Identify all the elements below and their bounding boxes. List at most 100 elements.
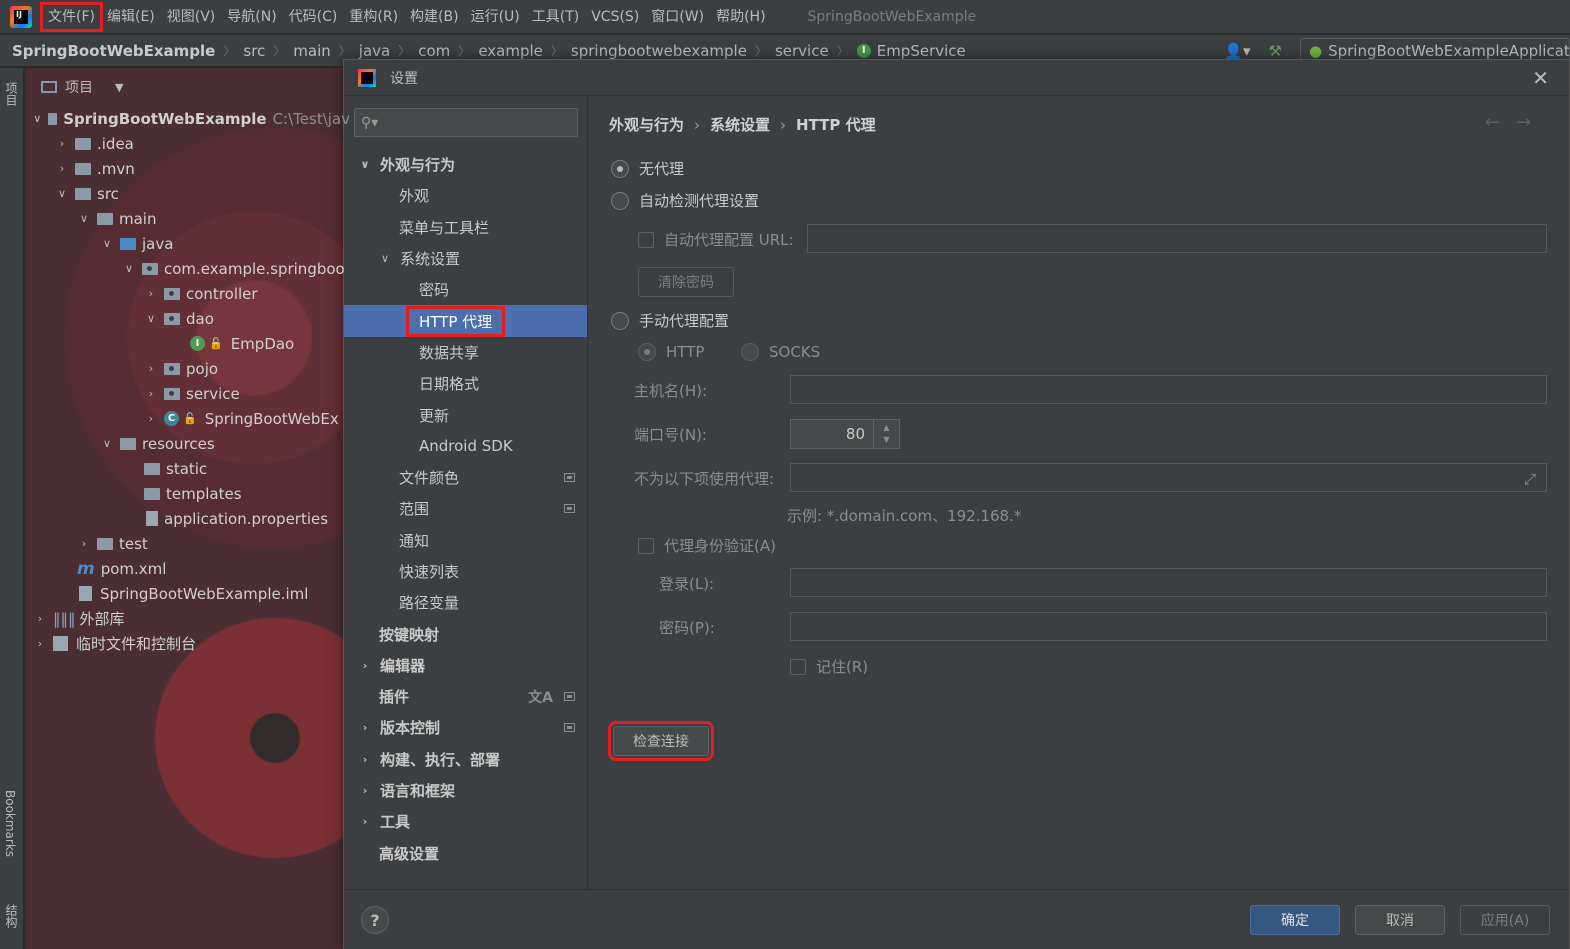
user-icon[interactable]: 👤▾ xyxy=(1224,42,1250,60)
nav-android-sdk[interactable]: Android SDK xyxy=(344,431,587,462)
tree-item[interactable]: › pojo xyxy=(25,356,350,381)
nav-editor[interactable]: › 编辑器 xyxy=(344,650,587,681)
checkbox[interactable] xyxy=(638,537,654,554)
tree-item[interactable]: I 🔓 EmpDao xyxy=(25,331,350,356)
auto-proxy-url-checkbox[interactable]: 自动代理配置 URL: xyxy=(638,229,794,250)
menu-window[interactable]: 窗口(W) xyxy=(645,4,710,30)
nav-quick-lists[interactable]: 快速列表 xyxy=(344,556,587,587)
tree-item[interactable]: › C 🔓 SpringBootWebEx xyxy=(25,406,350,431)
nav-path-variables[interactable]: 路径变量 xyxy=(344,587,587,618)
breadcrumb-example[interactable]: example xyxy=(478,42,543,60)
radio-button[interactable] xyxy=(638,343,656,361)
tree-item[interactable]: static xyxy=(25,456,350,481)
radio-button[interactable] xyxy=(611,191,629,210)
nav-appearance[interactable]: 外观 xyxy=(344,180,587,211)
password-field[interactable] xyxy=(790,612,1547,641)
nav-scopes[interactable]: 范围 xyxy=(344,493,587,524)
host-name-field[interactable] xyxy=(790,375,1547,404)
tree-item[interactable]: ∨ SpringBootWebExample C:\Test\jav xyxy=(25,106,350,131)
chevron-down-icon[interactable]: ▼ xyxy=(115,81,123,94)
tree-item[interactable]: ∨ src xyxy=(25,181,350,206)
nav-version-control[interactable]: › 版本控制 xyxy=(344,712,587,743)
breadcrumb-java[interactable]: java xyxy=(359,42,390,60)
menu-run[interactable]: 运行(U) xyxy=(465,4,526,30)
tree-item[interactable]: › .mvn xyxy=(25,156,350,181)
radio-button[interactable] xyxy=(741,343,759,361)
help-icon[interactable]: ? xyxy=(361,906,389,934)
nav-system-settings[interactable]: ∨ 系统设置 xyxy=(344,243,587,274)
breadcrumb-main[interactable]: main xyxy=(293,42,330,60)
menu-tools[interactable]: 工具(T) xyxy=(526,4,585,30)
breadcrumb-com[interactable]: com xyxy=(418,42,450,60)
nav-notifications[interactable]: 通知 xyxy=(344,525,587,556)
spinner-arrows-icon[interactable]: ▲ ▼ xyxy=(873,420,899,448)
radio-button[interactable] xyxy=(611,311,629,330)
nav-data-sharing[interactable]: 数据共享 xyxy=(344,337,587,368)
nav-menus-toolbars[interactable]: 菜单与工具栏 xyxy=(344,212,587,243)
bookmarks-tool-tab[interactable]: Bookmarks xyxy=(3,790,17,857)
project-panel-title[interactable]: 项目 xyxy=(65,77,93,97)
checkbox[interactable] xyxy=(790,658,806,675)
no-proxy-radio[interactable]: 无代理 xyxy=(611,158,684,179)
nav-keymap[interactable]: 按键映射 xyxy=(344,618,587,649)
nav-appearance-behavior[interactable]: ∨ 外观与行为 xyxy=(344,149,587,180)
nav-date-formats[interactable]: 日期格式 xyxy=(344,368,587,399)
radio-button[interactable] xyxy=(611,159,629,178)
clear-password-button[interactable]: 清除密码 xyxy=(638,267,734,297)
back-arrow-icon[interactable]: ← xyxy=(1485,112,1516,133)
nav-languages-frameworks[interactable]: › 语言和框架 xyxy=(344,775,587,806)
tree-item[interactable]: › ‖‖‖ 外部库 xyxy=(25,606,350,631)
tree-item[interactable]: › test xyxy=(25,531,350,556)
tree-item[interactable]: ∨ resources xyxy=(25,431,350,456)
menu-navigate[interactable]: 导航(N) xyxy=(221,4,282,30)
tree-item[interactable]: › controller xyxy=(25,281,350,306)
menu-edit[interactable]: 编辑(E) xyxy=(101,4,161,30)
breadcrumb-project[interactable]: SpringBootWebExample xyxy=(12,42,215,60)
breadcrumb-package[interactable]: springbootwebexample xyxy=(571,42,747,60)
check-connection-button[interactable]: 检查连接 xyxy=(608,721,714,761)
nav-plugins[interactable]: 插件 文A xyxy=(344,681,587,712)
structure-tool-tab[interactable]: 结构 xyxy=(3,904,20,928)
menu-build[interactable]: 构建(B) xyxy=(404,4,465,30)
tree-item[interactable]: ∨ java xyxy=(25,231,350,256)
ok-button[interactable]: 确定 xyxy=(1250,905,1340,935)
close-icon[interactable]: ✕ xyxy=(1532,66,1549,90)
no-proxy-for-field[interactable]: ⤢ xyxy=(790,463,1547,492)
tree-item[interactable]: m pom.xml xyxy=(25,556,350,581)
menu-help[interactable]: 帮助(H) xyxy=(710,4,771,30)
nav-file-colors[interactable]: 文件颜色 xyxy=(344,462,587,493)
nav-updates[interactable]: 更新 xyxy=(344,399,587,430)
proxy-auth-checkbox[interactable]: 代理身份验证(A) xyxy=(638,535,776,556)
breadcrumb-service[interactable]: service xyxy=(775,42,829,60)
project-tool-tab[interactable]: 项目 xyxy=(3,82,20,106)
login-field[interactable] xyxy=(790,568,1547,597)
tree-item[interactable]: SpringBootWebExample.iml xyxy=(25,581,350,606)
breadcrumb-current[interactable]: EmpService xyxy=(877,42,966,60)
forward-arrow-icon[interactable]: → xyxy=(1516,112,1547,133)
breadcrumb-src[interactable]: src xyxy=(243,42,265,60)
settings-search-input[interactable]: ⚲▾ xyxy=(354,108,578,137)
apply-button[interactable]: 应用(A) xyxy=(1460,905,1550,935)
tree-item[interactable]: application.properties xyxy=(25,506,350,531)
tree-item[interactable]: templates xyxy=(25,481,350,506)
tree-item[interactable]: ∨ com.example.springboo xyxy=(25,256,350,281)
tree-item[interactable]: ∨ main xyxy=(25,206,350,231)
menu-refactor[interactable]: 重构(R) xyxy=(343,4,404,30)
menu-file[interactable]: 文件(F) xyxy=(40,1,103,32)
cancel-button[interactable]: 取消 xyxy=(1355,905,1445,935)
nav-tools[interactable]: › 工具 xyxy=(344,806,587,837)
tree-item[interactable]: › .idea xyxy=(25,131,350,156)
port-number-stepper[interactable]: 80 ▲ ▼ xyxy=(790,419,900,449)
nav-http-proxy[interactable]: HTTP 代理 xyxy=(344,305,587,337)
nav-advanced-settings[interactable]: 高级设置 xyxy=(344,838,587,869)
auto-detect-radio[interactable]: 自动检测代理设置 xyxy=(611,190,759,211)
expand-icon[interactable]: ⤢ xyxy=(1524,470,1536,488)
menu-code[interactable]: 代码(C) xyxy=(283,4,344,30)
checkbox[interactable] xyxy=(638,231,654,248)
remember-checkbox[interactable]: 记住(R) xyxy=(790,656,868,677)
tree-item[interactable]: ∨ dao xyxy=(25,306,350,331)
nav-passwords[interactable]: 密码 xyxy=(344,274,587,305)
http-radio[interactable]: HTTP xyxy=(638,343,704,361)
menu-view[interactable]: 视图(V) xyxy=(161,4,222,30)
build-hammer-icon[interactable]: ⚒ xyxy=(1269,42,1282,60)
